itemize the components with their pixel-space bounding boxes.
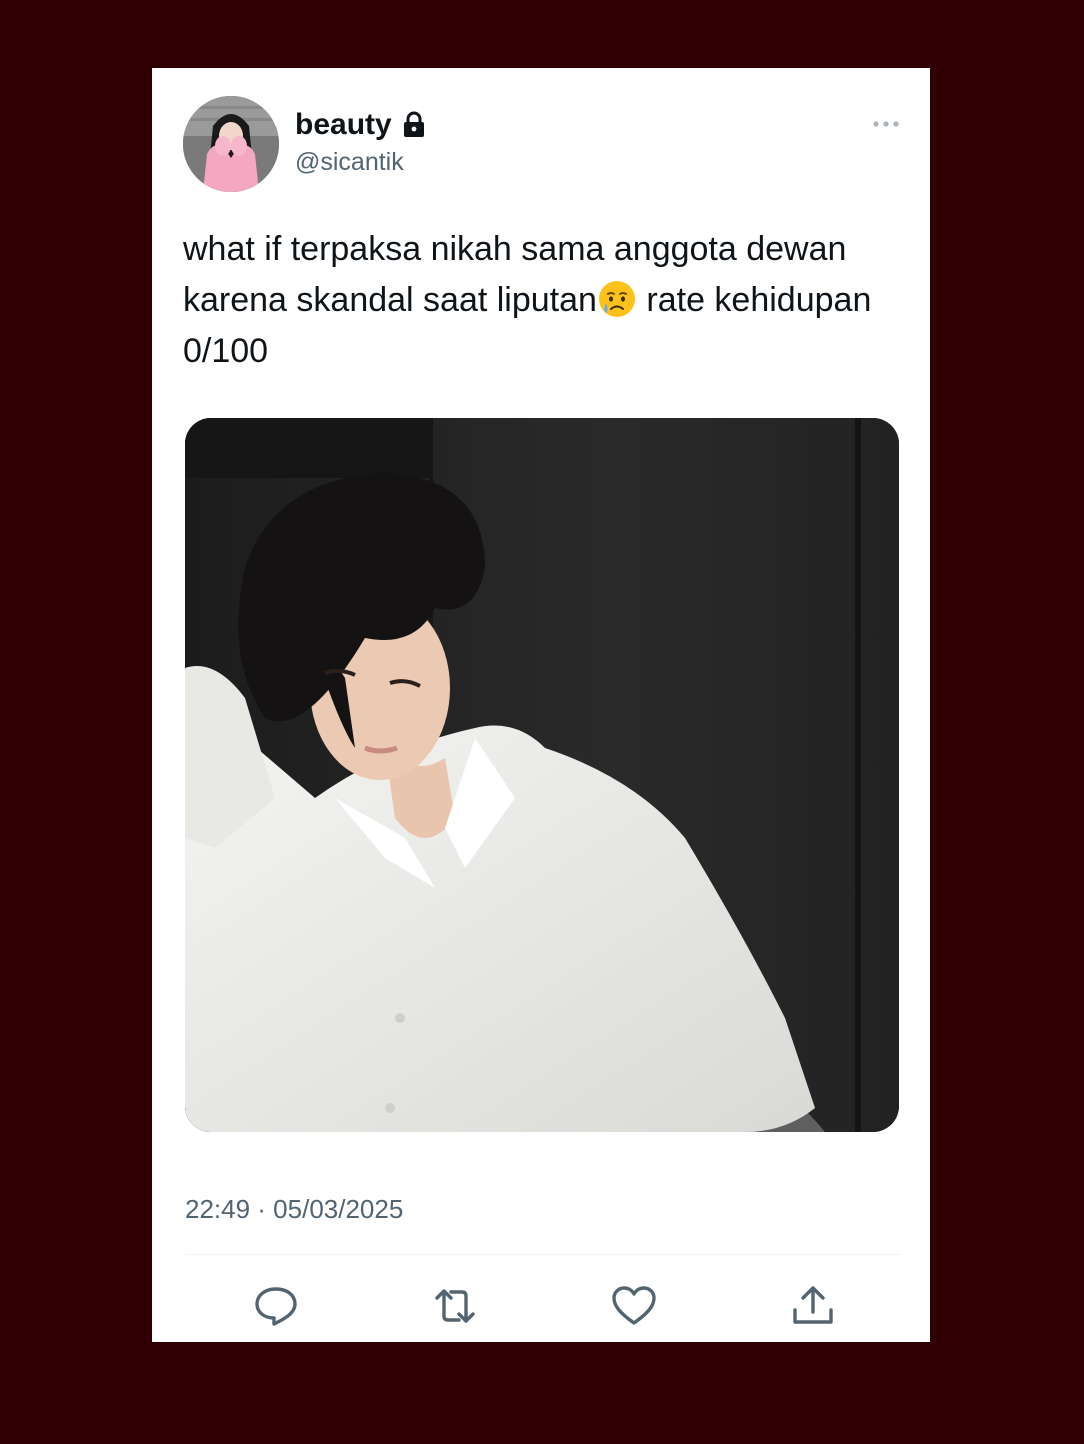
tweet-card: beauty @sicantik what if terpaksa nikah … bbox=[152, 68, 930, 1342]
crying-face-emoji-icon bbox=[597, 279, 637, 319]
tweet-media[interactable] bbox=[185, 418, 899, 1132]
share-icon[interactable] bbox=[789, 1284, 837, 1328]
like-icon[interactable] bbox=[610, 1284, 658, 1328]
tweet-timestamp[interactable]: 22:49 · 05/03/2025 bbox=[185, 1194, 403, 1225]
author-display-name[interactable]: beauty bbox=[295, 108, 392, 142]
more-horizontal-icon[interactable] bbox=[868, 112, 904, 136]
tweet-photo bbox=[185, 418, 899, 1132]
avatar-image bbox=[183, 96, 279, 192]
author-handle[interactable]: @sicantik bbox=[295, 148, 404, 177]
reply-icon[interactable] bbox=[252, 1284, 300, 1328]
divider bbox=[185, 1254, 901, 1255]
retweet-icon[interactable] bbox=[431, 1284, 479, 1328]
author-avatar[interactable] bbox=[183, 96, 279, 192]
tweet-actions bbox=[185, 1278, 901, 1334]
tweet-text: what if terpaksa nikah sama anggota dewa… bbox=[183, 224, 913, 377]
lock-icon bbox=[402, 111, 426, 139]
author-name-row[interactable]: beauty bbox=[295, 108, 426, 142]
